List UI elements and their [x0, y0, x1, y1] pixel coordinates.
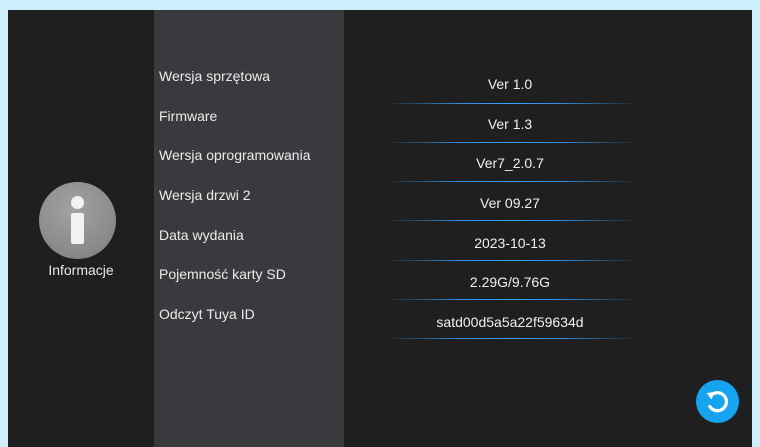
- value-tuya-id: satd00d5a5a22f59634d: [436, 314, 584, 330]
- label-software-version: Wersja oprogramowania: [159, 147, 311, 163]
- divider: [384, 142, 638, 143]
- value-software-version: Ver7_2.0.7: [476, 155, 544, 171]
- label-firmware: Firmware: [159, 108, 218, 124]
- info-icon[interactable]: [39, 182, 116, 259]
- value-sd-capacity: 2.29G/9.76G: [469, 274, 551, 290]
- value-release-date: 2023-10-13: [474, 235, 546, 251]
- label-door-version: Wersja drzwi 2: [159, 187, 251, 203]
- label-hardware-version: Wersja sprzętowa: [159, 68, 271, 84]
- label-release-date: Data wydania: [159, 227, 244, 243]
- value-firmware: Ver 1.3: [487, 116, 533, 132]
- refresh-button[interactable]: [696, 380, 739, 423]
- sidebar-label: Informacje: [48, 262, 114, 278]
- label-sd-capacity: Pojemność karty SD: [159, 266, 286, 282]
- info-icon-dot: [71, 196, 84, 209]
- value-door-version: Ver 09.27: [480, 195, 540, 211]
- value-hardware-version: Ver 1.0: [487, 76, 533, 92]
- label-tuya-id: Odczyt Tuya ID: [159, 306, 255, 322]
- divider: [384, 220, 638, 221]
- refresh-icon: [706, 391, 728, 413]
- divider: [384, 181, 638, 182]
- divider: [384, 260, 638, 261]
- labels-panel: Wersja sprzętowa Firmware Wersja oprogra…: [154, 10, 344, 447]
- divider: [384, 299, 638, 300]
- divider: [384, 103, 638, 104]
- screen: Informacje Wersja sprzętowa Firmware Wer…: [8, 10, 752, 447]
- info-icon-bar: [71, 213, 84, 244]
- sidebar: Informacje: [8, 10, 154, 447]
- divider: [384, 338, 638, 339]
- values-panel: Ver 1.0 Ver 1.3 Ver7_2.0.7 Ver 09.27 202…: [344, 10, 752, 447]
